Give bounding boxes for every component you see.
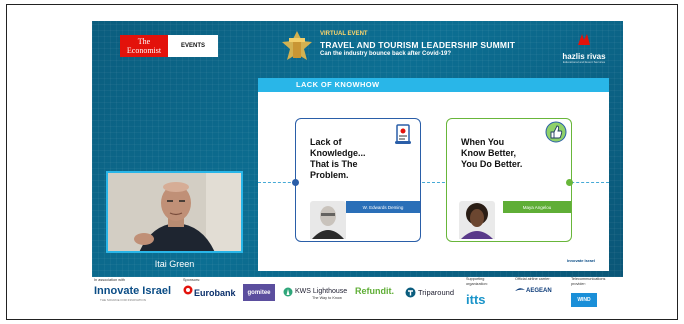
screen-frame: The Economist EVENTS VIRTUAL EVENT TRAVE… [6,4,678,320]
events-label: EVENTS [168,35,218,57]
thumbs-up-icon [545,121,567,143]
quote-author: W. Edwards Deming [346,201,420,213]
quote-text: Lack of Knowledge... That is The Problem… [310,137,366,180]
slide-heading: LACK OF KNOWHOW [296,80,380,89]
aegean-logo: AEGEAN [526,288,552,294]
telecom-label: Telecommunications provider: [571,277,606,286]
virtual-event-label: VIRTUAL EVENT [320,31,368,37]
quote-author: Maya Angelou [503,201,571,213]
speaker-webcam [106,171,243,253]
innovate-israel-logo: Innovate Israel [94,285,172,297]
connector-dot [566,179,573,186]
summit-emblem-icon [282,31,312,60]
kws-lighthouse-logo: KWS Lighthouse [295,288,348,295]
quote-card-deming: Lack of Knowledge... That is The Problem… [292,118,421,242]
itts-logo: itts [466,292,486,307]
refundit-logo: Refundit. [355,286,394,296]
partner-tagline: Educational and Event Services [562,60,606,64]
kws-tagline: The Way to Know [312,296,342,300]
kws-lighthouse-icon [283,287,293,297]
economist-logo: The Economist [120,35,168,57]
event-stage: The Economist EVENTS VIRTUAL EVENT TRAVE… [92,21,623,277]
speaker-video-frame [108,173,241,251]
connector-dot [292,179,299,186]
scroll-icon [395,124,411,144]
innovate-israel-tagline: THE SOURCE FOR INNOVATION [100,298,146,302]
triparound-icon [405,287,416,298]
eurobank-logo: Eurobank [194,288,236,298]
summit-title: TRAVEL AND TOURISM LEADERSHIP SUMMIT [320,40,516,50]
aegean-bird-icon [515,288,525,291]
supporting-label: Supporting organization: [466,277,488,286]
hazlis-rivas-logo: hazlis rivas Educational and Event Servi… [554,33,614,67]
summit-subtitle: Can the industry bounce back after Covid… [320,51,452,57]
speaker-name: Itai Green [154,259,195,269]
eurobank-icon [183,285,193,295]
triparound-logo: Triparound [418,288,454,297]
in-association-label: In association with [94,278,126,282]
wind-logo: WIND [571,293,597,307]
quote-text: When You Know Better, You Do Better. [461,137,523,169]
quote-card-angelou: When You Know Better, You Do Better. May… [446,118,573,242]
hazlis-rivas-mark-icon [578,34,590,45]
sponsor-strip: In association with Innovate Israel THE … [92,277,623,313]
official-airline-label: Official airline carrier: [515,277,551,281]
angelou-portrait [459,201,495,239]
innovate-israel-slide-logo: Innovate Israel [567,258,596,263]
economist-logo-text: The Economist [126,37,162,55]
gomitee-logo: gomitee [243,284,275,301]
presentation-slide: LACK OF KNOWHOW Lack of Knowledge... Tha… [258,78,609,271]
deming-portrait [310,201,346,239]
sponsors-label: Sponsors: [183,278,201,282]
